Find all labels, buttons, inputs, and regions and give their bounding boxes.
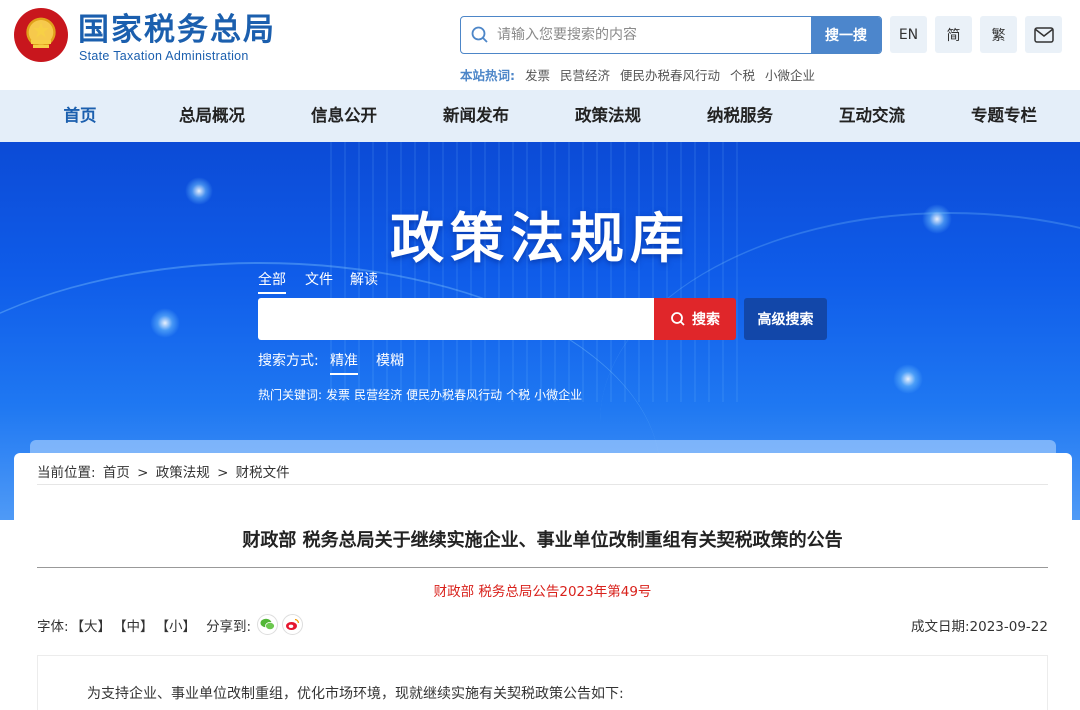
nav-overview[interactable]: 总局概况 — [146, 90, 278, 142]
weibo-icon — [286, 618, 300, 630]
breadcrumb-fiscal-docs[interactable]: 财税文件 — [236, 465, 290, 481]
search-icon — [471, 26, 488, 43]
hot-keyword-link[interactable]: 小微企业 — [534, 388, 582, 402]
site-search-input[interactable] — [497, 17, 807, 53]
hot-word-link[interactable]: 小微企业 — [765, 68, 815, 83]
breadcrumb: 当前位置: 首页 > 政策法规 > 财税文件 — [37, 461, 293, 481]
article-paragraph: 为支持企业、事业单位改制重组，优化市场环境，现就继续实施有关契税政策公告如下: — [87, 686, 624, 702]
font-medium-button[interactable]: 【中】 — [113, 615, 154, 635]
search-mode-exact[interactable]: 精准 — [330, 350, 358, 375]
breadcrumb-label: 当前位置: — [37, 465, 96, 481]
hot-word-link[interactable]: 发票 — [525, 68, 550, 83]
tab-all[interactable]: 全部 — [258, 269, 286, 294]
library-search-label: 搜索 — [692, 312, 720, 328]
hot-keywords-label: 热门关键词: — [258, 388, 323, 402]
font-small-button[interactable]: 【小】 — [156, 615, 197, 635]
search-mode-fuzzy[interactable]: 模糊 — [376, 350, 404, 370]
hot-word-link[interactable]: 个税 — [730, 68, 755, 83]
site-search-button[interactable]: 搜一搜 — [811, 17, 881, 53]
breadcrumb-home[interactable]: 首页 — [103, 465, 130, 481]
wechat-icon — [260, 618, 276, 630]
article-title: 财政部 税务总局关于继续实施企业、事业单位改制重组有关契税政策的公告 — [242, 530, 843, 551]
library-search-input[interactable] — [258, 298, 654, 340]
nav-interaction[interactable]: 互动交流 — [806, 90, 938, 142]
site-subtitle: State Taxation Administration — [79, 49, 249, 63]
document-number: 财政部 税务总局公告2023年第49号 — [433, 584, 652, 600]
library-search-button[interactable]: 搜索 — [654, 298, 736, 340]
site-search-box: 搜一搜 — [460, 16, 882, 54]
hot-keyword-link[interactable]: 个税 — [506, 388, 530, 402]
lang-en-button[interactable]: EN — [890, 16, 927, 53]
simplified-chinese-button[interactable]: 简 — [935, 16, 972, 53]
tab-documents[interactable]: 文件 — [305, 269, 333, 289]
nav-tax-service[interactable]: 纳税服务 — [674, 90, 806, 142]
site-hot-words: 本站热词: 发票 民营经济 便民办税春风行动 个税 小微企业 — [460, 65, 821, 84]
hot-words-label: 本站热词: — [460, 68, 515, 83]
library-hot-keywords: 热门关键词: 发票 民营经济 便民办税春风行动 个税 小微企业 — [258, 386, 586, 403]
share-label: 分享到: — [206, 618, 252, 635]
nav-policy[interactable]: 政策法规 — [542, 90, 674, 142]
search-icon — [671, 312, 685, 326]
nav-news[interactable]: 新闻发布 — [410, 90, 542, 142]
date-label: 成文日期: — [910, 619, 970, 635]
wechat-share-button[interactable] — [257, 614, 279, 635]
hot-keyword-link[interactable]: 民营经济 — [354, 388, 402, 402]
search-mode-label: 搜索方式: — [258, 353, 319, 369]
advanced-search-button[interactable]: 高级搜索 — [744, 298, 827, 340]
publish-date: 成文日期:2023-09-22 — [911, 615, 1048, 635]
site-title[interactable]: 国家税务总局 — [78, 10, 276, 50]
article-tools: 字体: 【大】 【中】 【小】 分享到: — [37, 614, 304, 635]
tab-interpretation[interactable]: 解读 — [350, 269, 378, 289]
nav-special[interactable]: 专题专栏 — [938, 90, 1070, 142]
banner-decoration — [150, 308, 180, 338]
hot-word-link[interactable]: 民营经济 — [560, 68, 610, 83]
hot-keyword-link[interactable]: 便民办税春风行动 — [406, 388, 502, 402]
nav-information[interactable]: 信息公开 — [278, 90, 410, 142]
font-size-label: 字体: — [37, 618, 69, 635]
divider — [37, 484, 1048, 485]
main-navigation: 首页 总局概况 信息公开 新闻发布 政策法规 纳税服务 互动交流 专题专栏 — [0, 90, 1080, 142]
mail-button[interactable] — [1025, 16, 1062, 53]
traditional-chinese-button[interactable]: 繁 — [980, 16, 1017, 53]
date-value: 2023-09-22 — [969, 619, 1048, 635]
hot-keyword-link[interactable]: 发票 — [326, 388, 350, 402]
site-header: 国家税务总局 State Taxation Administration 搜一搜… — [0, 0, 1080, 90]
divider — [37, 567, 1048, 568]
mail-icon — [1033, 26, 1054, 43]
national-emblem-logo[interactable] — [14, 8, 68, 62]
breadcrumb-policy[interactable]: 政策法规 — [156, 465, 210, 481]
font-large-button[interactable]: 【大】 — [71, 615, 112, 635]
banner-decoration — [893, 364, 923, 394]
weibo-share-button[interactable] — [282, 614, 304, 635]
banner-title: 政策法规库 — [390, 206, 690, 270]
breadcrumb-separator: > — [217, 465, 229, 481]
hot-word-link[interactable]: 便民办税春风行动 — [620, 68, 720, 83]
breadcrumb-separator: > — [137, 465, 149, 481]
nav-home[interactable]: 首页 — [14, 90, 146, 142]
